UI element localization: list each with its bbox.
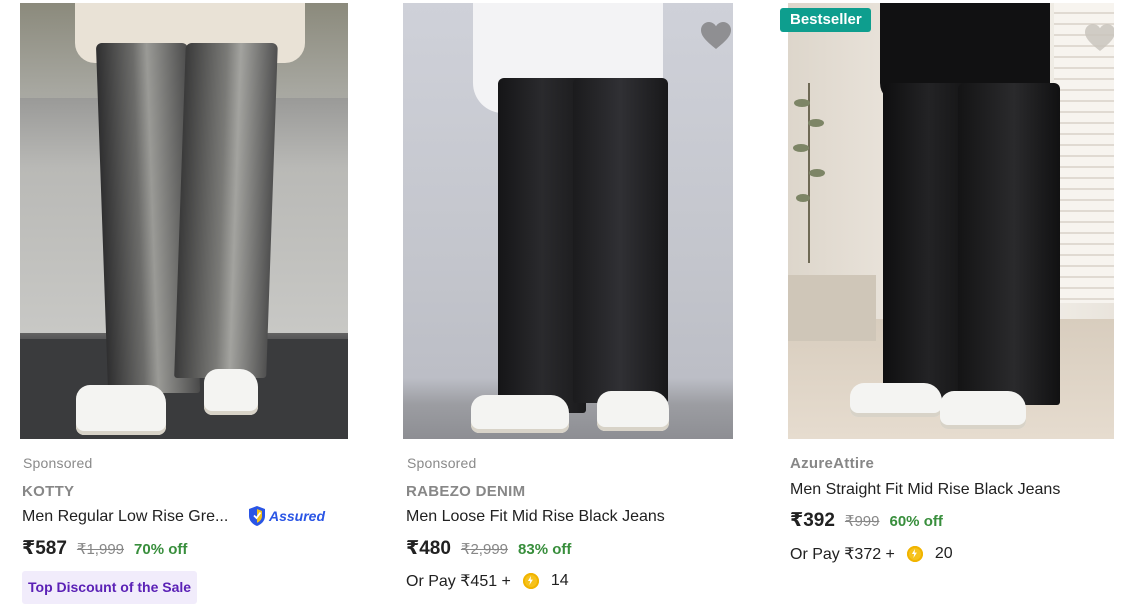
product-card-kotty[interactable]: Sponsored KOTTY Men Regular Low Rise Gre… <box>20 0 348 604</box>
sneaker-right <box>940 391 1026 429</box>
product-card-azureattire[interactable]: Bestseller AzureAttire Men Straight Fit … <box>780 0 1114 563</box>
or-pay-row: Or Pay ₹372 + 20 <box>790 544 953 564</box>
discount-percent: 60% off <box>889 513 943 530</box>
offer-tag: Top Discount of the Sale <box>22 571 198 604</box>
product-brand: AzureAttire <box>790 455 875 472</box>
assured-badge: Assured <box>247 504 325 528</box>
or-pay-row: Or Pay ₹451 + 14 <box>406 571 569 591</box>
original-price: ₹999 <box>844 513 880 530</box>
coin-count: 14 <box>550 572 569 589</box>
product-title[interactable]: Men Regular Low Rise Gre... <box>22 508 228 526</box>
side-table <box>788 275 876 341</box>
sponsored-label: Sponsored <box>23 455 93 471</box>
sneaker-right <box>204 369 258 415</box>
product-title[interactable]: Men Straight Fit Mid Rise Black Jeans <box>790 481 1060 499</box>
sneaker-left <box>850 383 942 417</box>
heart-icon[interactable] <box>700 21 732 51</box>
sneaker-left <box>76 385 166 435</box>
or-pay-label: Or Pay ₹451 + <box>406 573 511 590</box>
bestseller-badge: Bestseller <box>780 8 871 32</box>
sneaker-right <box>597 391 669 431</box>
heart-icon[interactable] <box>1084 23 1114 53</box>
sneaker-left <box>471 395 569 433</box>
selling-price: ₹587 <box>22 538 67 559</box>
jeans-right-leg <box>573 78 668 403</box>
product-brand: KOTTY <box>22 483 75 500</box>
discount-percent: 83% off <box>518 541 572 558</box>
product-image[interactable] <box>20 3 348 439</box>
assured-shield-icon <box>249 506 265 526</box>
or-pay-label: Or Pay ₹372 + <box>790 546 895 563</box>
product-card-rabezo[interactable]: Sponsored RABEZO DENIM Men Loose Fit Mid… <box>403 0 733 590</box>
price-row: ₹587 ₹1,999 70% off <box>22 537 187 560</box>
discount-percent: 70% off <box>134 541 188 558</box>
sponsored-label: Sponsored <box>407 455 477 471</box>
jeans-right-leg <box>174 43 278 378</box>
supercoin-icon <box>906 546 923 562</box>
product-title[interactable]: Men Loose Fit Mid Rise Black Jeans <box>406 508 665 526</box>
product-brand: RABEZO DENIM <box>406 483 526 500</box>
product-image[interactable] <box>788 3 1114 439</box>
price-row: ₹392 ₹999 60% off <box>790 509 943 532</box>
selling-price: ₹480 <box>406 538 451 559</box>
selling-price: ₹392 <box>790 510 835 531</box>
original-price: ₹1,999 <box>76 541 125 558</box>
assured-label: Assured <box>269 508 326 524</box>
original-price: ₹2,999 <box>460 541 509 558</box>
jeans-right-leg <box>958 83 1060 405</box>
product-image[interactable] <box>403 3 733 439</box>
coin-count: 20 <box>934 545 953 562</box>
supercoin-icon <box>522 573 539 589</box>
plant-decoration <box>793 83 825 263</box>
price-row: ₹480 ₹2,999 83% off <box>406 537 571 560</box>
